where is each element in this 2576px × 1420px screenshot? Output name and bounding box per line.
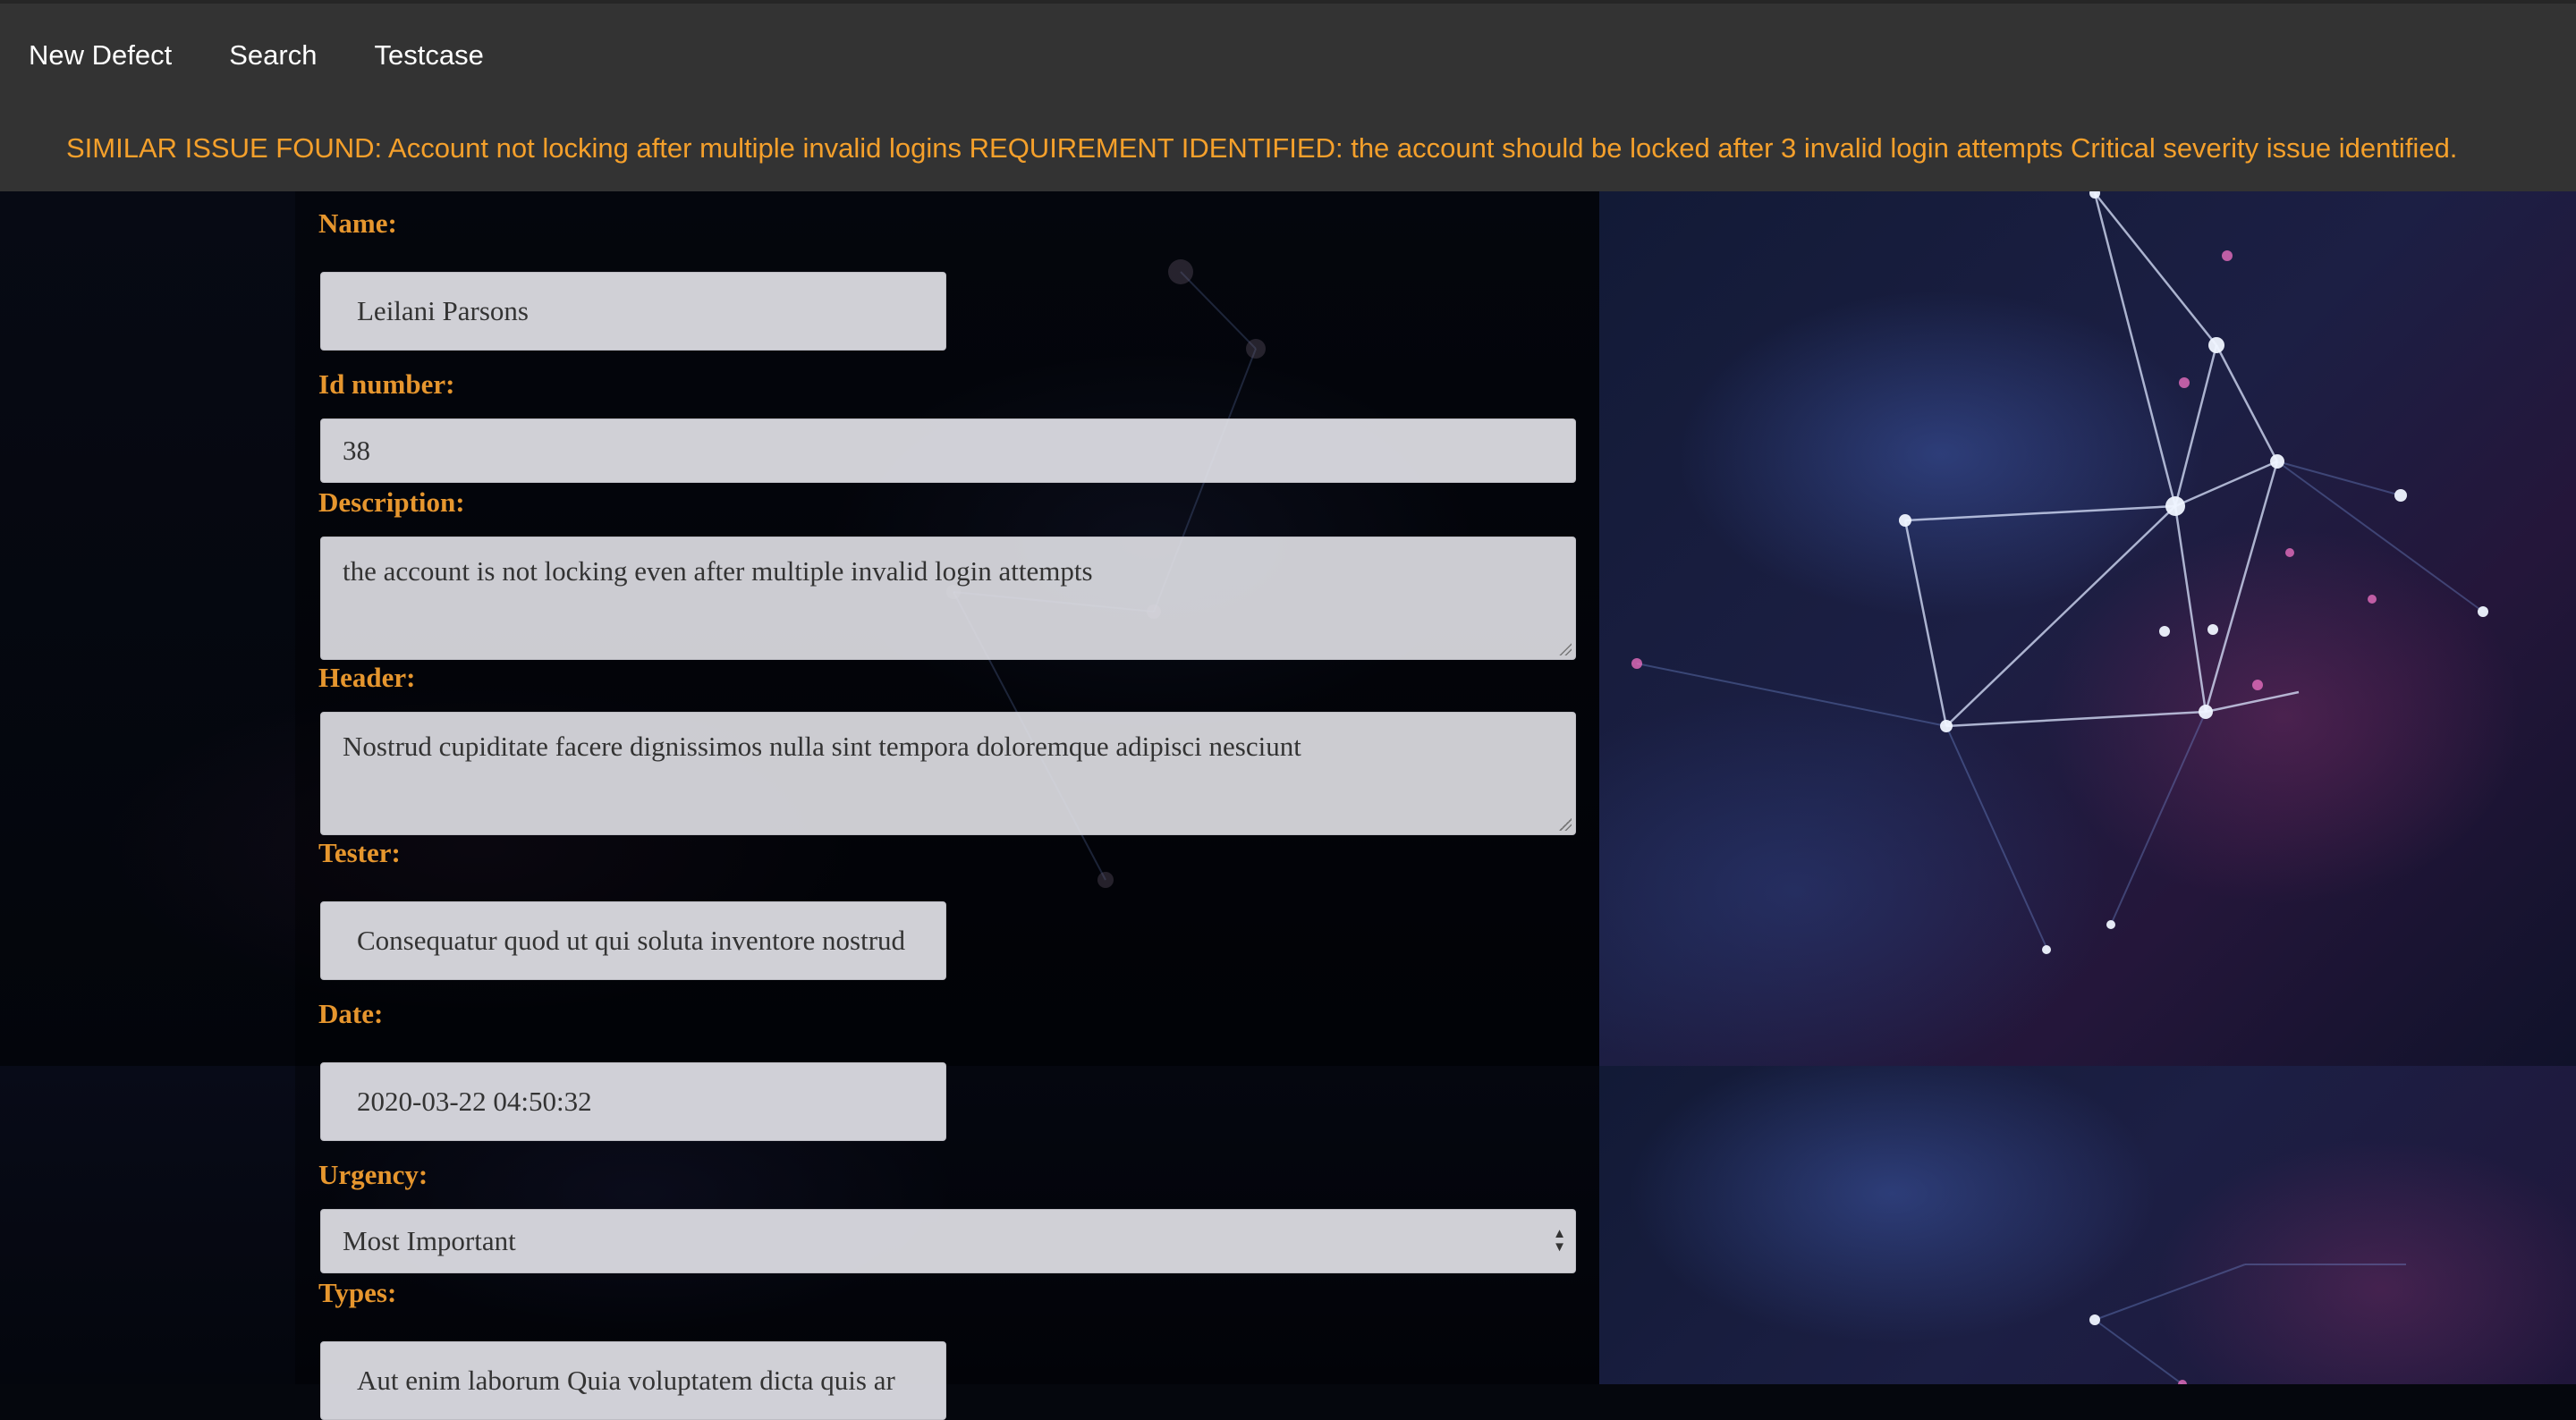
name-input[interactable]: Leilani Parsons <box>320 272 946 351</box>
nav-new-defect[interactable]: New Defect <box>0 36 200 75</box>
id-number-input[interactable]: 38 <box>320 418 1576 483</box>
description-text: the account is not locking even after mu… <box>343 555 1093 587</box>
header-text: Nostrud cupiditate facere dignissimos nu… <box>343 731 1301 762</box>
resize-handle-icon[interactable] <box>1559 643 1572 655</box>
select-arrows-icon: ▲ ▼ <box>1553 1227 1566 1255</box>
resize-handle-icon[interactable] <box>1559 818 1572 831</box>
types-label: Types: <box>318 1277 397 1308</box>
id-number-label: Id number: <box>318 368 455 400</box>
defect-form: Name: Leilani Parsons Id number: 38 Desc… <box>0 0 2576 1420</box>
description-label: Description: <box>318 486 465 518</box>
similar-issue-alert: SIMILAR ISSUE FOUND: Account not locking… <box>66 132 2458 164</box>
header-label: Header: <box>318 662 416 693</box>
description-textarea[interactable]: the account is not locking even after mu… <box>320 537 1576 660</box>
date-input[interactable]: 2020-03-22 04:50:32 <box>320 1062 946 1141</box>
date-label: Date: <box>318 998 384 1029</box>
urgency-label: Urgency: <box>318 1159 428 1190</box>
urgency-select[interactable]: Most Important ▲ ▼ <box>320 1209 1576 1273</box>
urgency-selected-value: Most Important <box>343 1225 516 1256</box>
header-textarea[interactable]: Nostrud cupiditate facere dignissimos nu… <box>320 712 1576 835</box>
tester-label: Tester: <box>318 837 401 868</box>
nav-testcase[interactable]: Testcase <box>345 36 512 75</box>
tester-input[interactable]: Consequatur quod ut qui soluta inventore… <box>320 901 946 980</box>
nav-menu: New Defect Search Testcase <box>0 36 513 75</box>
nav-search[interactable]: Search <box>200 36 345 75</box>
types-input[interactable]: Aut enim laborum Quia voluptatem dicta q… <box>320 1341 946 1420</box>
top-navigation-bar: New Defect Search Testcase SIMILAR ISSUE… <box>0 0 2576 191</box>
name-label: Name: <box>318 207 397 239</box>
